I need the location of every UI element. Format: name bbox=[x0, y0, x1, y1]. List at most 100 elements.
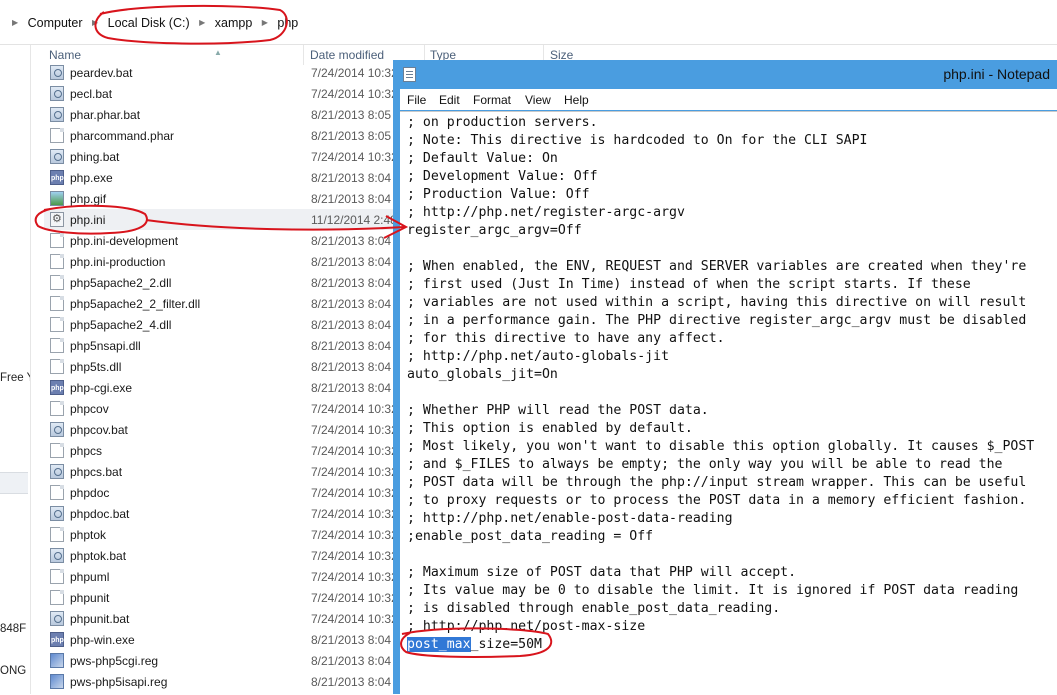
file-icon bbox=[50, 128, 64, 143]
file-date: 8/21/2013 8:04 A bbox=[311, 171, 402, 185]
file-row[interactable]: php5apache2_2_filter.dll 8/21/2013 8:04 A bbox=[44, 293, 404, 314]
text-line: ; http://php.net/enable-post-data-readin… bbox=[407, 511, 733, 526]
file-row[interactable]: phpdoc.bat 7/24/2014 10:32 bbox=[44, 503, 404, 524]
editor-content[interactable]: ; on production servers. ; Note: This dir… bbox=[407, 114, 1034, 654]
file-row[interactable]: php.ini-production 8/21/2013 8:04 A bbox=[44, 251, 404, 272]
file-row[interactable]: pws-php5isapi.reg8/21/2013 8:04 AMRegist… bbox=[44, 671, 533, 692]
file-row[interactable]: php5apache2_2.dll 8/21/2013 8:04 A bbox=[44, 272, 404, 293]
text-line: ; POST data will be through the php://in… bbox=[407, 475, 1027, 490]
breadcrumb-xampp[interactable]: xampp bbox=[215, 16, 253, 30]
file-date: 7/24/2014 10:32 bbox=[311, 549, 398, 563]
file-name: php5apache2_2_filter.dll bbox=[70, 297, 201, 311]
nav-pane-text[interactable]: Free Y bbox=[0, 372, 30, 384]
menu-view[interactable]: View bbox=[525, 93, 551, 107]
file-row[interactable]: phptok.bat 7/24/2014 10:32 bbox=[44, 545, 404, 566]
file-date: 7/24/2014 10:32 bbox=[311, 528, 398, 542]
dll-icon bbox=[50, 338, 64, 353]
file-date: 8/21/2013 8:04 A bbox=[311, 297, 402, 311]
file-name: phpunit bbox=[70, 591, 110, 605]
chevron-right-icon[interactable]: ▶ bbox=[262, 18, 268, 27]
chevron-right-icon[interactable]: ▶ bbox=[12, 18, 18, 27]
file-row[interactable]: peardev.bat 7/24/2014 10:32 bbox=[44, 62, 404, 83]
selected-text[interactable]: post_max bbox=[407, 637, 471, 652]
file-row[interactable]: pharcommand.phar 8/21/2013 8:05 A bbox=[44, 125, 404, 146]
notepad-title-bar[interactable]: php.ini - Notepad bbox=[393, 60, 1057, 88]
nav-pane-selected-item[interactable] bbox=[0, 472, 28, 494]
file-name: phptok bbox=[70, 528, 107, 542]
file-row[interactable]: phar.phar.bat 8/21/2013 8:05 A bbox=[44, 104, 404, 125]
file-row[interactable]: php5ts.dll 8/21/2013 8:04 A bbox=[44, 356, 404, 377]
text-line: ; variables are not used within a script… bbox=[407, 295, 1027, 310]
file-name: pws-php5cgi.reg bbox=[70, 654, 159, 668]
text-line: ; Maximum size of POST data that PHP wil… bbox=[407, 565, 797, 580]
file-name: php.exe bbox=[70, 171, 113, 185]
file-row[interactable]: phpdoc 7/24/2014 10:32 bbox=[44, 482, 404, 503]
file-row[interactable]: phpcs 7/24/2014 10:32 bbox=[44, 440, 404, 461]
file-row[interactable]: phpunit.bat 7/24/2014 10:32 bbox=[44, 608, 404, 629]
text-line: auto_globals_jit=On bbox=[407, 367, 558, 382]
file-name: php.ini bbox=[70, 213, 106, 227]
file-name: php5apache2_2.dll bbox=[70, 276, 172, 290]
bat-icon bbox=[50, 149, 64, 164]
file-row[interactable]: phing.bat 7/24/2014 10:32 bbox=[44, 146, 404, 167]
bat-icon bbox=[50, 464, 64, 479]
nav-pane-text[interactable]: 848F bbox=[0, 623, 26, 635]
notepad-app-icon[interactable] bbox=[403, 67, 416, 82]
text-line: ; http://php.net/auto-globals-jit bbox=[407, 349, 670, 364]
text-line bbox=[407, 546, 1034, 564]
file-row[interactable]: php.gif 8/21/2013 8:04 A bbox=[44, 188, 404, 209]
file-row[interactable]: phpuml 7/24/2014 10:32 bbox=[44, 566, 404, 587]
file-row[interactable]: phptok 7/24/2014 10:32 bbox=[44, 524, 404, 545]
file-row[interactable]: pws-php5cgi.reg 8/21/2013 8:04 A bbox=[44, 650, 404, 671]
navigation-pane: Free Y 848F ONG bbox=[0, 45, 31, 694]
file-row[interactable]: php5nsapi.dll 8/21/2013 8:04 A bbox=[44, 335, 404, 356]
file-name: php5ts.dll bbox=[70, 360, 122, 374]
file-row[interactable]: phpcs.bat 7/24/2014 10:32 bbox=[44, 461, 404, 482]
text-line: ; on production servers. bbox=[407, 115, 598, 130]
column-header-date[interactable]: Date modified bbox=[310, 48, 384, 62]
file-name: phpuml bbox=[70, 570, 110, 584]
text-line: ; for this directive to have any affect. bbox=[407, 331, 725, 346]
file-date: 8/21/2013 8:04 A bbox=[311, 234, 402, 248]
file-date: 8/21/2013 8:04 A bbox=[311, 255, 402, 269]
file-name: php-win.exe bbox=[70, 633, 135, 647]
text-line: ; Most likely, you won't want to disable… bbox=[407, 439, 1035, 454]
menu-help[interactable]: Help bbox=[564, 93, 589, 107]
unselected-text: _size=50M bbox=[470, 637, 542, 652]
breadcrumb-php[interactable]: php bbox=[277, 16, 298, 30]
text-editor[interactable]: ; on production servers. ; Note: This dir… bbox=[400, 111, 1057, 695]
file-row[interactable]: pecl.bat 7/24/2014 10:32 bbox=[44, 83, 404, 104]
menu-file[interactable]: File bbox=[407, 93, 426, 107]
bat-icon bbox=[50, 86, 64, 101]
file-row[interactable]: php5apache2_4.dll 8/21/2013 8:04 A bbox=[44, 314, 404, 335]
text-line: ; first used (Just In Time) instead of w… bbox=[407, 277, 971, 292]
file-icon bbox=[50, 590, 64, 605]
file-row[interactable]: php php.exe 8/21/2013 8:04 A bbox=[44, 167, 404, 188]
column-header-name[interactable]: Name bbox=[49, 48, 81, 62]
file-name: phpcov.bat bbox=[70, 423, 128, 437]
menu-edit[interactable]: Edit bbox=[439, 93, 460, 107]
file-row[interactable]: phpcov 7/24/2014 10:32 bbox=[44, 398, 404, 419]
file-row[interactable]: php.ini-development 8/21/2013 8:04 A bbox=[44, 230, 404, 251]
bat-icon bbox=[50, 548, 64, 563]
file-name: phptok.bat bbox=[70, 549, 127, 563]
chevron-right-icon[interactable]: ▶ bbox=[92, 18, 98, 27]
file-date: 8/21/2013 8:05 A bbox=[311, 129, 402, 143]
breadcrumb-computer[interactable]: Computer bbox=[28, 16, 83, 30]
file-date: 8/21/2013 8:04 A bbox=[311, 360, 402, 374]
address-bar[interactable]: ▶ Computer ▶ Local Disk (C:) ▶ xampp ▶ p… bbox=[0, 0, 1057, 45]
file-name: pharcommand.phar bbox=[70, 129, 175, 143]
file-row[interactable]: phpcov.bat 7/24/2014 10:32 bbox=[44, 419, 404, 440]
file-date: 8/21/2013 8:05 A bbox=[311, 108, 402, 122]
breadcrumb-local-disk[interactable]: Local Disk (C:) bbox=[108, 16, 190, 30]
menu-format[interactable]: Format bbox=[473, 93, 511, 107]
file-row[interactable]: phpunit 7/24/2014 10:32 bbox=[44, 587, 404, 608]
nav-pane-text[interactable]: ONG bbox=[0, 665, 26, 677]
notepad-window[interactable]: php.ini - Notepad File Edit Format View … bbox=[393, 60, 1057, 695]
file-row[interactable]: php php-win.exe 8/21/2013 8:04 A bbox=[44, 629, 404, 650]
file-row[interactable]: php php-cgi.exe 8/21/2013 8:04 A bbox=[44, 377, 404, 398]
file-name: phar.phar.bat bbox=[70, 108, 141, 122]
chevron-right-icon[interactable]: ▶ bbox=[199, 18, 205, 27]
file-name: phpunit.bat bbox=[70, 612, 130, 626]
ini-settings-icon bbox=[50, 212, 64, 227]
